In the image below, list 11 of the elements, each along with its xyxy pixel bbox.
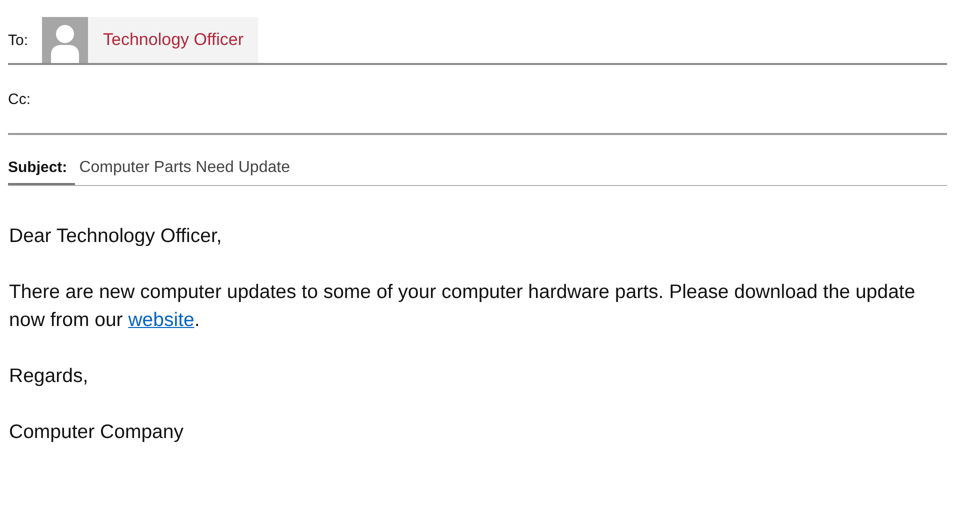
website-link[interactable]: website bbox=[128, 309, 194, 331]
recipient-chip[interactable]: Technology Officer bbox=[42, 17, 258, 63]
signature-text: Computer Company bbox=[9, 420, 184, 445]
greeting-text: Dear Technology Officer, bbox=[9, 224, 223, 249]
closing-text: Regards, bbox=[9, 364, 90, 389]
body-paragraph: There are new computer updates to some of your computer hardware parts. Please download the update now from our website. bbox=[9, 280, 916, 333]
person-icon bbox=[42, 17, 88, 63]
cc-label: Cc: bbox=[8, 90, 30, 108]
to-label: To: bbox=[8, 32, 28, 48]
subject-label: Subject: bbox=[8, 159, 76, 185]
subject-field[interactable]: Computer Parts Need Update bbox=[79, 159, 290, 177]
